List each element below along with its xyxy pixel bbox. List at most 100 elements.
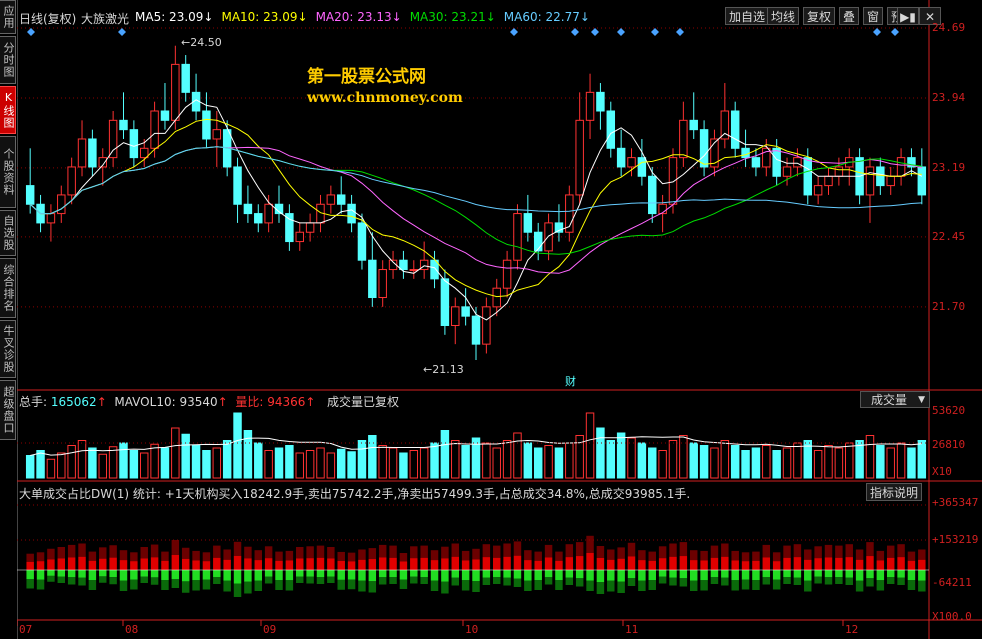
side-tab[interactable]: K线图: [0, 86, 16, 134]
dw-bar: [347, 579, 356, 590]
candle-body: [254, 213, 263, 224]
dw-bar: [202, 570, 211, 580]
dw-bar: [275, 570, 283, 580]
dw-bar: [254, 550, 263, 561]
x-tick-label: 08: [125, 623, 139, 636]
dw-bar: [296, 547, 304, 559]
dw-bar: [430, 570, 439, 581]
axis-tick-label: 22.45: [932, 229, 966, 243]
volume-bar: [191, 445, 201, 479]
candle-body: [544, 222, 553, 252]
candle-body: [451, 306, 460, 326]
dw-bar: [638, 560, 646, 570]
dw-bar: [835, 570, 843, 577]
dw-bar: [99, 558, 107, 570]
dw-bar: [130, 552, 138, 562]
dw-bar: [67, 557, 76, 570]
dw-bar: [617, 581, 625, 593]
toolbar-button[interactable]: 加自选: [725, 7, 770, 25]
volume-indicator-select[interactable]: 成交量 ▼: [860, 391, 930, 408]
dw-bar: [524, 560, 532, 570]
dw-bar: [524, 580, 532, 591]
dw-bar: [721, 570, 729, 578]
dw-bar: [627, 542, 636, 557]
volume-bar: [36, 450, 45, 479]
side-nav: 应用分时图 K线图个股资料自选股综合排名牛叉诊股超级盘口: [0, 0, 18, 639]
candle-body: [202, 110, 211, 140]
side-tab[interactable]: 牛叉诊股: [0, 320, 16, 378]
volume-bar: [98, 453, 107, 479]
dw-bar: [876, 560, 885, 570]
dw-bar: [804, 559, 812, 570]
dw-bar: [866, 578, 874, 587]
dw-bar: [876, 550, 885, 561]
candle-body: [171, 63, 180, 121]
dw-bar: [358, 570, 366, 581]
volume-bar: [430, 442, 439, 479]
candle-body: [679, 119, 688, 159]
event-marker[interactable]: 财: [565, 373, 576, 389]
volume-bar: [368, 435, 377, 479]
ma-legend-item: MA10: 23.09↓: [221, 10, 308, 24]
volume-bar: [233, 412, 242, 479]
side-tab[interactable]: 超级盘口: [0, 380, 16, 440]
dw-bar: [99, 547, 107, 559]
dw-bar: [47, 548, 55, 560]
volume-ratio-value: 94366: [267, 395, 306, 409]
dw-bar: [793, 544, 802, 558]
dw-bar: [223, 559, 231, 570]
axis-tick-label: 21.70: [932, 299, 966, 313]
dw-bar: [596, 582, 605, 594]
volume-bar: [627, 437, 636, 479]
volume-bar: [399, 452, 408, 479]
dw-bar: [617, 558, 625, 570]
volume-bar: [668, 440, 678, 479]
side-tab[interactable]: 个股资料: [0, 136, 16, 208]
dw-bar: [140, 547, 148, 559]
toolbar-button[interactable]: 均线: [767, 7, 800, 25]
candle-body: [305, 222, 315, 233]
dw-bar: [772, 570, 781, 580]
dw-bar: [918, 570, 926, 581]
dw-bar: [586, 535, 594, 553]
play-icon[interactable]: ▶▮: [897, 7, 919, 25]
moving-average-line: [29, 99, 923, 321]
volume-bar: [388, 447, 398, 479]
side-tab[interactable]: 自选股: [0, 210, 16, 256]
toolbar-button[interactable]: 叠: [839, 7, 860, 25]
side-tab[interactable]: 综合排名: [0, 258, 16, 318]
x-tick-label: 07: [19, 623, 33, 636]
indicator-help-button[interactable]: 指标说明: [866, 483, 923, 501]
dw-bar: [420, 570, 428, 577]
dw-bar: [254, 580, 263, 591]
dw-bar: [213, 557, 221, 570]
dw-bar: [845, 570, 853, 578]
dw-bar: [285, 550, 294, 561]
candle-body: [399, 259, 408, 271]
volume-bar: [606, 440, 616, 479]
dw-bar: [710, 545, 719, 558]
candle-body: [513, 213, 522, 261]
dw-bar: [430, 560, 439, 570]
candle-body: [264, 203, 273, 224]
dw-bar: [503, 577, 511, 586]
dw-bar: [109, 545, 117, 558]
dw-bar: [78, 577, 86, 586]
dw-bar: [493, 570, 501, 577]
volume-bar: [772, 450, 781, 479]
dw-bar: [461, 570, 470, 581]
side-tab[interactable]: 分时图: [0, 36, 16, 84]
dw-bar: [451, 577, 459, 586]
side-tab[interactable]: 应用: [0, 0, 16, 34]
toolbar-button[interactable]: 窗: [863, 7, 884, 25]
axis-tick-label: +153219: [932, 533, 979, 546]
volume-bar: [108, 446, 118, 479]
dw-bar: [192, 560, 200, 570]
dw-bar: [814, 546, 822, 559]
candle-body: [492, 287, 501, 308]
dw-bar: [67, 544, 76, 558]
toolbar-button[interactable]: 复权: [803, 7, 836, 25]
dw-bar: [596, 546, 605, 558]
volume-bar: [648, 447, 657, 479]
dw-bar: [897, 557, 905, 570]
